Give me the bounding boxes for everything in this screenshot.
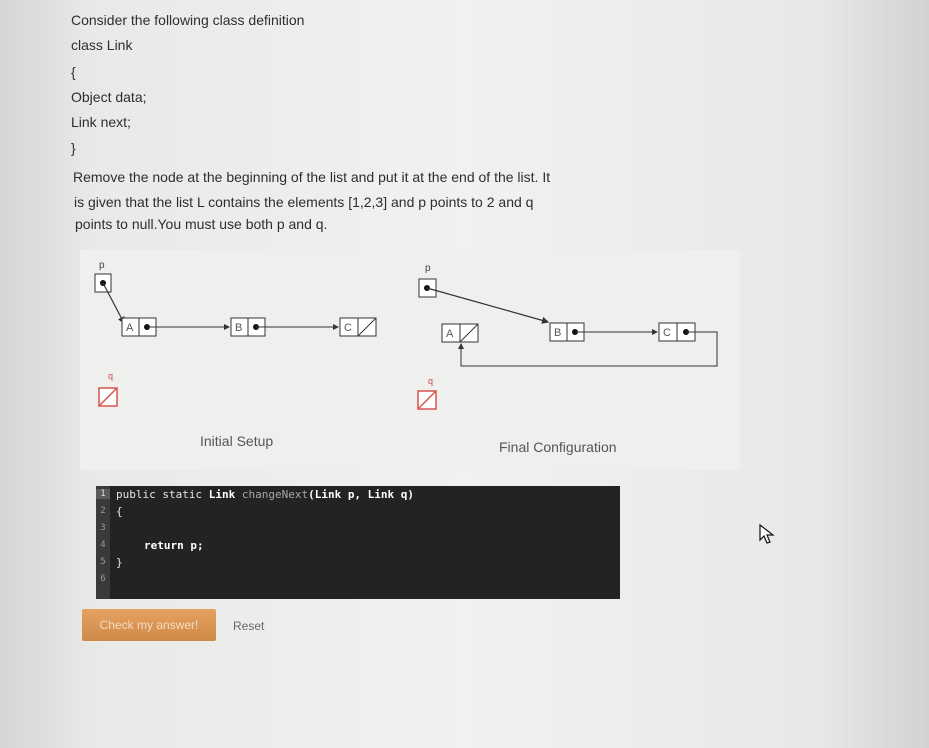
code-line-2[interactable]: { — [116, 505, 123, 518]
diagram-area: p A B C q p A B C q — [80, 250, 740, 470]
final-p-label: p — [425, 263, 431, 274]
initial-q-label: q — [108, 371, 113, 381]
final-node-a-label: A — [446, 328, 454, 340]
initial-node-b-label: B — [235, 322, 242, 334]
final-configuration-diagram: p A B C q — [417, 263, 718, 410]
line-number: 1 — [96, 489, 110, 499]
line-number: 6 — [100, 574, 106, 584]
initial-p-label: p — [99, 260, 105, 271]
final-q-label: q — [428, 376, 433, 386]
line-number: 4 — [100, 540, 106, 550]
initial-node-a-label: A — [126, 322, 134, 334]
initial-setup-diagram: p A B C q — [94, 260, 377, 407]
code-return-type: Link — [208, 488, 242, 501]
reset-link[interactable]: Reset — [233, 619, 264, 633]
question-line-8: is given that the list L contains the el… — [74, 194, 534, 210]
question-line-7: Remove the node at the beginning of the … — [73, 169, 551, 185]
question-line-6: } — [71, 140, 76, 156]
line-number: 3 — [100, 523, 106, 533]
initial-p-arrow — [102, 282, 125, 325]
code-params: (Link p, Link q) — [308, 488, 415, 501]
code-line-1[interactable]: public static Link changeNext(Link p, Li… — [116, 488, 414, 501]
code-editor[interactable]: 1 2 3 4 5 6 public static Link changeNex… — [96, 486, 620, 599]
final-node-b-label: B — [554, 327, 561, 339]
check-answer-button[interactable]: Check my answer! — [82, 609, 216, 641]
question-line-1: Consider the following class definition — [71, 12, 305, 28]
code-method-name: changeNext — [241, 488, 309, 501]
line-number: 5 — [100, 557, 106, 567]
initial-node-c-label: C — [344, 322, 352, 334]
linked-list-diagram: p A B C q p A B C q — [94, 260, 718, 410]
initial-setup-caption: Initial Setup — [200, 433, 274, 449]
question-line-5: Link next; — [71, 114, 131, 130]
question-line-4: Object data; — [71, 89, 147, 105]
question-line-9: points to null.You must use both p and q… — [75, 216, 328, 232]
final-configuration-caption: Final Configuration — [499, 439, 617, 455]
question-line-2: class Link — [71, 37, 133, 53]
code-line-5[interactable]: } — [116, 556, 123, 569]
page: Consider the following class definition … — [0, 0, 929, 748]
code-keywords: public static — [116, 488, 209, 501]
line-number-gutter: 1 2 3 4 5 6 — [96, 486, 110, 599]
line-number: 2 — [100, 506, 106, 516]
final-p-arrow — [426, 287, 550, 324]
code-line-4[interactable]: return p; — [144, 539, 204, 552]
question-line-3: { — [71, 64, 76, 80]
mouse-pointer-icon — [759, 523, 775, 544]
final-node-c-label: C — [663, 327, 671, 339]
